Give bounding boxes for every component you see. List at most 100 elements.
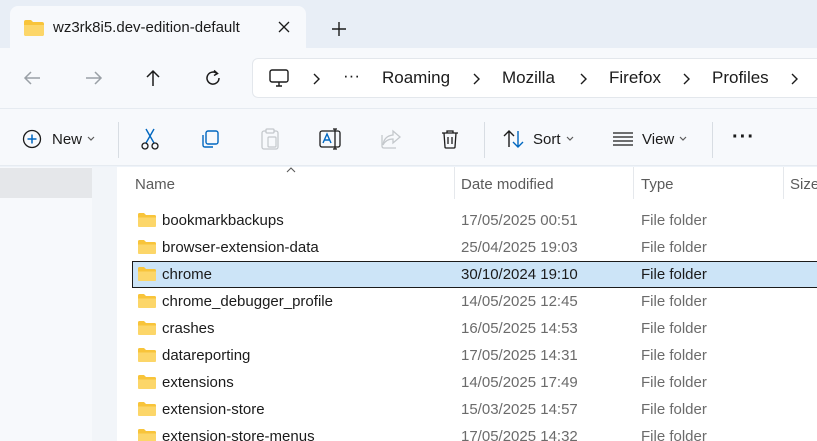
breadcrumb-overflow[interactable]: ··· [343, 66, 360, 86]
file-type: File folder [641, 266, 707, 283]
new-button[interactable]: New [22, 125, 95, 153]
plus-circle-icon [22, 129, 42, 149]
file-list: Name Date modified Type Size bookmarkbac… [117, 167, 817, 441]
column-header-size[interactable]: Size [790, 167, 817, 199]
tab-strip: wz3rk8i5.dev-edition-default [0, 0, 817, 48]
view-icon [613, 132, 633, 146]
column-header-type[interactable]: Type [641, 167, 674, 199]
up-arrow-icon [146, 69, 160, 86]
toolbar-divider [118, 122, 119, 158]
chevron-right-icon [788, 70, 802, 88]
cut-button[interactable] [140, 125, 160, 153]
file-name: chrome [162, 266, 213, 283]
table-row[interactable]: extension-store 15/03/2025 14:57 File fold… [117, 396, 817, 423]
table-row[interactable]: browser-extension-data 25/04/2025 19:03 Fi… [117, 234, 817, 261]
navigation-bar: ··· Roaming Mozilla Firefox Profiles [0, 48, 817, 108]
address-bar[interactable]: ··· Roaming Mozilla Firefox Profiles [252, 58, 817, 98]
share-button[interactable] [380, 125, 402, 153]
tab-title: wz3rk8i5.dev-edition-default [53, 19, 240, 36]
folder-icon [138, 213, 156, 227]
new-tab-button[interactable] [326, 16, 352, 42]
table-row[interactable]: crashes 16/05/2025 14:53 File folder [117, 315, 817, 342]
up-button[interactable] [137, 62, 169, 94]
column-divider[interactable] [633, 167, 634, 199]
toolbar-divider [484, 122, 485, 158]
chevron-right-icon [577, 70, 591, 88]
chevron-right-icon [680, 70, 694, 88]
column-header-name[interactable]: Name [135, 167, 175, 199]
chevron-right-icon [310, 70, 324, 88]
column-divider[interactable] [783, 167, 784, 199]
cut-icon [141, 128, 159, 150]
file-date-modified: 17/05/2025 14:31 [461, 347, 578, 364]
folder-icon [138, 321, 156, 335]
navigation-pane-selected-item[interactable] [0, 168, 92, 198]
table-row[interactable]: datareporting 17/05/2025 14:31 File folder [117, 342, 817, 369]
refresh-button[interactable] [197, 62, 229, 94]
active-tab[interactable]: wz3rk8i5.dev-edition-default [10, 6, 306, 48]
column-header-date[interactable]: Date modified [461, 167, 554, 199]
breadcrumb-item[interactable]: Firefox [609, 68, 661, 88]
folder-icon [138, 240, 156, 254]
file-type: File folder [641, 374, 707, 391]
delete-button[interactable] [441, 125, 459, 153]
navigation-pane [0, 167, 92, 441]
folder-icon [138, 375, 156, 389]
rename-button[interactable] [319, 125, 343, 153]
delete-icon [442, 130, 458, 149]
pane-divider[interactable] [92, 167, 117, 441]
copy-button[interactable] [200, 125, 220, 153]
chevron-down-icon [679, 136, 687, 141]
close-icon [278, 21, 290, 33]
forward-button[interactable] [78, 62, 110, 94]
paste-icon [261, 128, 279, 150]
more-options-button[interactable]: ··· [732, 123, 755, 151]
file-name: browser-extension-data [162, 239, 319, 256]
sort-icon [503, 130, 524, 148]
folder-icon [138, 429, 156, 441]
file-date-modified: 30/10/2024 19:10 [461, 266, 578, 283]
file-type: File folder [641, 347, 707, 364]
refresh-icon [206, 69, 220, 85]
file-name: extension-store-menus [162, 428, 315, 441]
file-name: chrome_debugger_profile [162, 293, 333, 310]
table-row[interactable]: extension-store-menus 17/05/2025 14:32 Fil… [117, 423, 817, 441]
paste-button[interactable] [260, 125, 280, 153]
command-bar: New Sort View ··· [0, 108, 817, 166]
folder-icon [24, 20, 44, 36]
file-date-modified: 16/05/2025 14:53 [461, 320, 578, 337]
sort-button-label: Sort [533, 130, 561, 148]
share-icon [381, 129, 401, 149]
back-arrow-icon [23, 71, 40, 85]
back-button[interactable] [16, 62, 48, 94]
file-name: extension-store [162, 401, 265, 418]
sort-ascending-icon [286, 167, 296, 173]
view-button[interactable]: View [612, 125, 687, 153]
file-type: File folder [641, 428, 707, 441]
copy-icon [202, 130, 219, 148]
table-row[interactable]: extensions 14/05/2025 17:49 File folder [117, 369, 817, 396]
chevron-down-icon [87, 136, 95, 141]
file-date-modified: 15/03/2025 14:57 [461, 401, 578, 418]
table-row[interactable]: chrome 30/10/2024 19:10 File folder [117, 261, 817, 288]
folder-icon [138, 402, 156, 416]
toolbar-divider [712, 122, 713, 158]
view-button-label: View [642, 130, 675, 148]
file-date-modified: 14/05/2025 12:45 [461, 293, 578, 310]
chevron-down-icon [566, 136, 573, 141]
new-button-label: New [52, 130, 83, 148]
file-date-modified: 17/05/2025 00:51 [461, 212, 578, 229]
column-divider[interactable] [454, 167, 455, 199]
sort-button[interactable]: Sort [503, 125, 574, 153]
file-type: File folder [641, 212, 707, 229]
breadcrumb-item[interactable]: Profiles [712, 68, 769, 88]
file-date-modified: 25/04/2025 19:03 [461, 239, 578, 256]
file-name: crashes [162, 320, 215, 337]
breadcrumb-item[interactable]: Mozilla [502, 68, 555, 88]
file-date-modified: 17/05/2025 14:32 [461, 428, 578, 441]
table-row[interactable]: chrome_debugger_profile 14/05/2025 12:45 F… [117, 288, 817, 315]
forward-arrow-icon [86, 71, 103, 85]
table-row[interactable]: bookmarkbackups 17/05/2025 00:51 File fold… [117, 207, 817, 234]
breadcrumb-item[interactable]: Roaming [382, 68, 450, 88]
close-tab-button[interactable] [272, 15, 296, 39]
